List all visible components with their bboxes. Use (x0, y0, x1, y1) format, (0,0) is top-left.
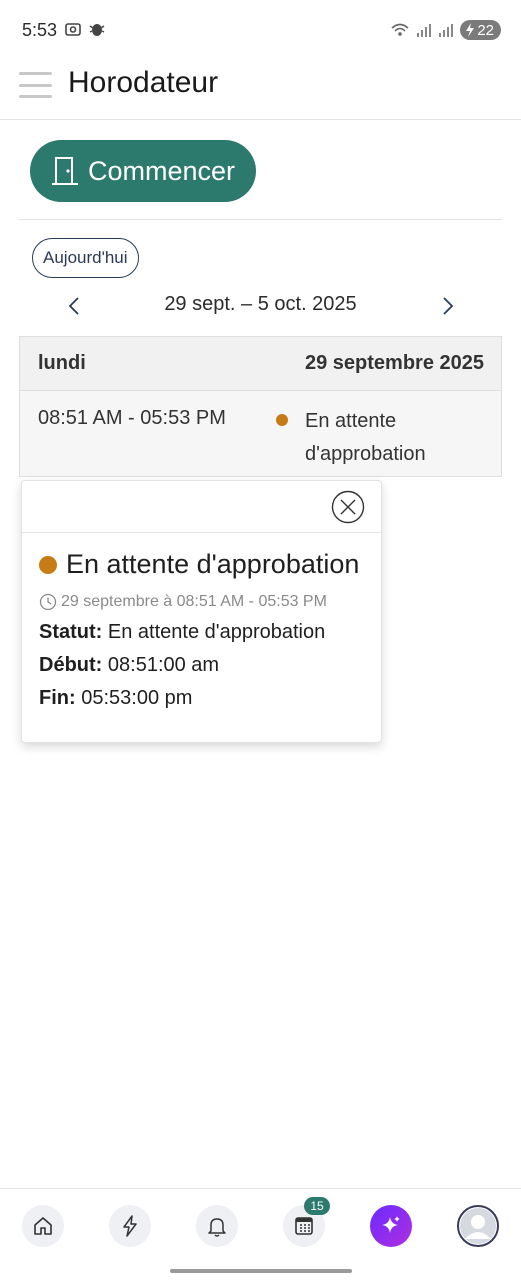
app-bar: Horodateur (0, 52, 521, 120)
start-label: Début: (39, 654, 103, 676)
status-dot (276, 414, 288, 426)
start-value: 08:51:00 am (107, 654, 220, 676)
ai-sparkle-icon (382, 1216, 400, 1233)
week-navigation: 29 sept. – 5 oct. 2025 (0, 285, 521, 325)
status-dot (39, 555, 57, 574)
close-icon[interactable] (331, 490, 365, 524)
profile-avatar (460, 1208, 496, 1244)
battery-indicator: 22 (460, 20, 501, 40)
day-date: 29 septembre 2025 (304, 352, 484, 374)
status-time: 5:53 (22, 20, 58, 40)
clock-icon (39, 593, 57, 611)
notification-badge: 15 (304, 1197, 330, 1215)
lightning-icon (123, 1215, 137, 1237)
door-icon (52, 157, 78, 185)
menu-icon[interactable] (19, 72, 52, 98)
today-button[interactable]: Aujourd'hui (32, 238, 139, 278)
signal-icon (417, 24, 432, 37)
ai-assistant-button[interactable] (370, 1205, 412, 1247)
bell-icon (208, 1218, 226, 1237)
entry-details-popover: En attente d'approbation 29 septembre à … (21, 480, 382, 743)
end-label: Fin: (39, 687, 76, 709)
start-button[interactable]: Commencer (30, 140, 256, 202)
profile-button[interactable] (457, 1205, 499, 1247)
notifications-button[interactable] (196, 1205, 238, 1247)
popover-header (22, 481, 381, 533)
popover-start-line: Début: 08:51:00 am (39, 654, 219, 677)
popover-time-range: 29 septembre à 08:51 AM - 05:53 PM (61, 593, 327, 610)
wifi-icon (391, 23, 409, 36)
end-value: 05:53:00 pm (81, 687, 193, 709)
home-icon (34, 1217, 52, 1235)
battery-level: 22 (477, 21, 494, 39)
divider (19, 219, 502, 220)
day-table: lundi 29 septembre 2025 08:51 AM - 05:53… (19, 336, 502, 477)
status-left-icons (64, 20, 106, 38)
home-indicator (170, 1269, 352, 1273)
popover-end-line: Fin: 05:53:00 pm (39, 687, 192, 710)
screenshot-icon (65, 23, 81, 36)
bug-icon (89, 24, 105, 36)
charging-icon (466, 23, 475, 37)
chevron-right-icon[interactable] (434, 293, 460, 319)
popover-title-row: En attente d'approbation (39, 549, 359, 580)
home-button[interactable] (22, 1205, 64, 1247)
day-header: lundi 29 septembre 2025 (20, 337, 501, 391)
entry-time: 08:51 AM - 05:53 PM (38, 407, 226, 429)
popover-title: En attente d'approbation (66, 549, 360, 579)
bottom-navigation: 15 (0, 1188, 521, 1280)
entry-status: En attente d'approbation (305, 410, 426, 465)
status-label: Statut: (39, 621, 103, 643)
start-button-label: Commencer (88, 155, 236, 186)
status-right: 22 (390, 20, 501, 40)
popover-status-line: Statut: En attente d'approbation (39, 621, 325, 644)
time-entry-row[interactable]: 08:51 AM - 05:53 PM En attente d'approba… (20, 391, 501, 476)
page-title: Horodateur (68, 66, 219, 99)
popover-time-row: 29 septembre à 08:51 AM - 05:53 PM (39, 593, 327, 611)
activity-button[interactable] (109, 1205, 151, 1247)
day-weekday: lundi (38, 352, 86, 374)
signal-icon (439, 24, 454, 37)
timesheet-icon (295, 1217, 313, 1235)
status-value: En attente d'approbation (107, 621, 326, 643)
